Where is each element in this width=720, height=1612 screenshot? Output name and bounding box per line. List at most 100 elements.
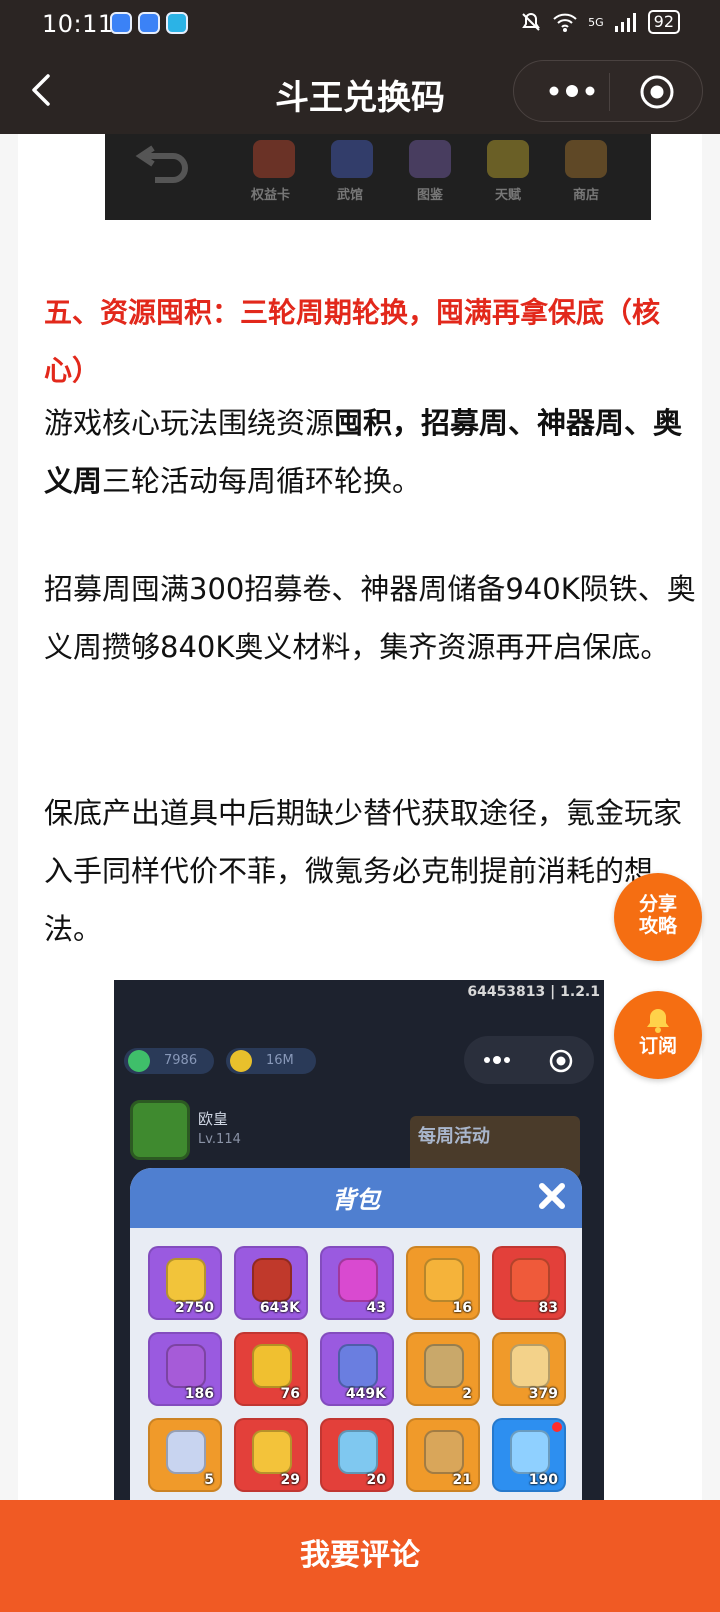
envelope-item-icon [510, 1344, 550, 1388]
item-count: 449K [345, 1386, 386, 1402]
bag-item-slot: 379 [492, 1332, 566, 1406]
close-icon [539, 1183, 565, 1209]
cube-item-icon [166, 1430, 206, 1474]
share-guide-label: 分享攻略 [638, 893, 677, 937]
capsule-divider [609, 73, 610, 111]
more-options-icon [484, 1056, 510, 1064]
notification-app-icon [110, 12, 132, 34]
crystal-item-icon [166, 1258, 206, 1302]
article-scroll-area[interactable]: 权益卡 武馆 图鉴 天赋 商店 五、资源囤积：三轮周期轮换，囤满再拿保底（核心）… [0, 134, 720, 1500]
orb-item-icon [338, 1430, 378, 1474]
bag-item-slot: 2 [406, 1332, 480, 1406]
game-id-version: 64453813 | 1.2.1 [467, 984, 600, 1000]
mystery-stone-icon [338, 1344, 378, 1388]
mute-icon [522, 12, 540, 31]
currency-value: 16M [266, 1053, 294, 1068]
item-count: 43 [366, 1300, 386, 1316]
menu-label: 权益卡 [251, 188, 291, 203]
menu-label: 图鉴 [417, 188, 444, 203]
notification-book-icon [166, 12, 188, 34]
item-count: 5 [204, 1472, 214, 1488]
game-capsule [464, 1036, 594, 1084]
item-count: 16 [452, 1300, 472, 1316]
item-count: 21 [452, 1472, 472, 1488]
menu-label: 商店 [573, 188, 600, 203]
item-count: 379 [528, 1386, 558, 1402]
bag-item-slot: 29 [234, 1418, 308, 1492]
rune-item-icon [424, 1258, 464, 1302]
scroll-item-icon [424, 1430, 464, 1474]
status-time: 10:11 [42, 10, 114, 38]
martial-hall-icon [331, 140, 373, 178]
bag-panel: 背包 2750 643K 43 16 83 186 76 449K 2 379 … [130, 1168, 582, 1500]
signal-icon [614, 13, 636, 32]
bag-item-slot: 21 [406, 1418, 480, 1492]
bag-item-slot: 43 [320, 1246, 394, 1320]
bag-title: 背包 [332, 1186, 380, 1214]
item-count: 20 [366, 1472, 386, 1488]
menu-label: 天赋 [495, 188, 522, 203]
item-count: 2 [462, 1386, 472, 1402]
shop-icon [565, 140, 607, 178]
rights-card-icon [253, 140, 295, 178]
currency-gems: 7986 [124, 1048, 214, 1074]
paragraph-1: 游戏核心玩法围绕资源囤积，招募周、神器周、奥义周三轮活动每周循环轮换。 [44, 394, 704, 510]
currency-value: 7986 [164, 1053, 198, 1068]
bag-item-slot: 186 [148, 1332, 222, 1406]
gem-icon [128, 1050, 150, 1072]
bag-item-slot: 2750 [148, 1246, 222, 1320]
player-level: Lv.114 [198, 1132, 241, 1147]
status-bar: 10:11 5G 92 [0, 0, 720, 50]
game-menu-image: 权益卡 武馆 图鉴 天赋 商店 [105, 134, 651, 220]
rune-item-icon [510, 1258, 550, 1302]
title-bar: 斗王兑换码 [0, 50, 720, 134]
share-guide-button[interactable]: 分享攻略 [614, 873, 702, 961]
subscribe-label: 订阅 [638, 1035, 677, 1057]
item-count: 2750 [175, 1300, 214, 1316]
player-avatar [130, 1100, 190, 1160]
rune-item-icon [338, 1258, 378, 1302]
ore-item-icon [252, 1258, 292, 1302]
bag-item-grid: 2750 643K 43 16 83 186 76 449K 2 379 5 2… [148, 1246, 566, 1492]
item-count: 190 [528, 1472, 558, 1488]
item-count: 29 [280, 1472, 300, 1488]
paragraph-3: 保底产出道具中后期缺少替代获取途径，氪金玩家入手同样代价不菲，微氪务必克制提前消… [44, 796, 683, 946]
bag-item-slot: 20 [320, 1418, 394, 1492]
network-type: 5G [588, 15, 604, 29]
star-item-icon [252, 1344, 292, 1388]
scroll-item-icon [424, 1344, 464, 1388]
battery-level: 92 [647, 10, 680, 34]
bag-item-slot: 5 [148, 1418, 222, 1492]
return-icon [135, 145, 188, 183]
close-mini-program-icon[interactable] [638, 73, 676, 111]
star-item-icon [166, 1344, 206, 1388]
target-icon [549, 1049, 573, 1073]
wifi-icon [553, 13, 577, 32]
gold-coin-icon [230, 1050, 252, 1072]
status-indicators: 5G 92 [520, 10, 680, 34]
item-count: 83 [538, 1300, 558, 1316]
item-count: 186 [184, 1386, 214, 1402]
write-comment-button[interactable]: 我要评论 [0, 1500, 720, 1612]
bag-header: 背包 [130, 1168, 582, 1228]
game-bag-screenshot: 64453813 | 1.2.1 7986 16M 欧皇 Lv.114 每周活动… [114, 980, 604, 1500]
more-options-icon[interactable] [542, 79, 602, 103]
bag-item-slot: 76 [234, 1332, 308, 1406]
bag-item-slot: 16 [406, 1246, 480, 1320]
codex-icon [409, 140, 451, 178]
item-count: 643K [259, 1300, 300, 1316]
item-count: 76 [280, 1386, 300, 1402]
player-name: 欧皇 [198, 1110, 229, 1128]
talent-icon [487, 140, 529, 178]
new-badge-dot [552, 1422, 562, 1432]
bag-item-slot: 190 [492, 1418, 566, 1492]
section-heading: 五、资源囤积：三轮周期轮换，囤满再拿保底（核心） [44, 296, 661, 387]
paragraph-text: 游戏核心玩法围绕资源 [44, 406, 335, 440]
subscribe-button[interactable]: 订阅 [614, 991, 702, 1079]
notification-app-icon [138, 12, 160, 34]
bag-item-slot: 449K [320, 1332, 394, 1406]
cube-item-icon [252, 1430, 292, 1474]
bag-item-slot: 83 [492, 1246, 566, 1320]
status-app-icons [110, 12, 188, 34]
bell-icon [647, 1009, 669, 1033]
